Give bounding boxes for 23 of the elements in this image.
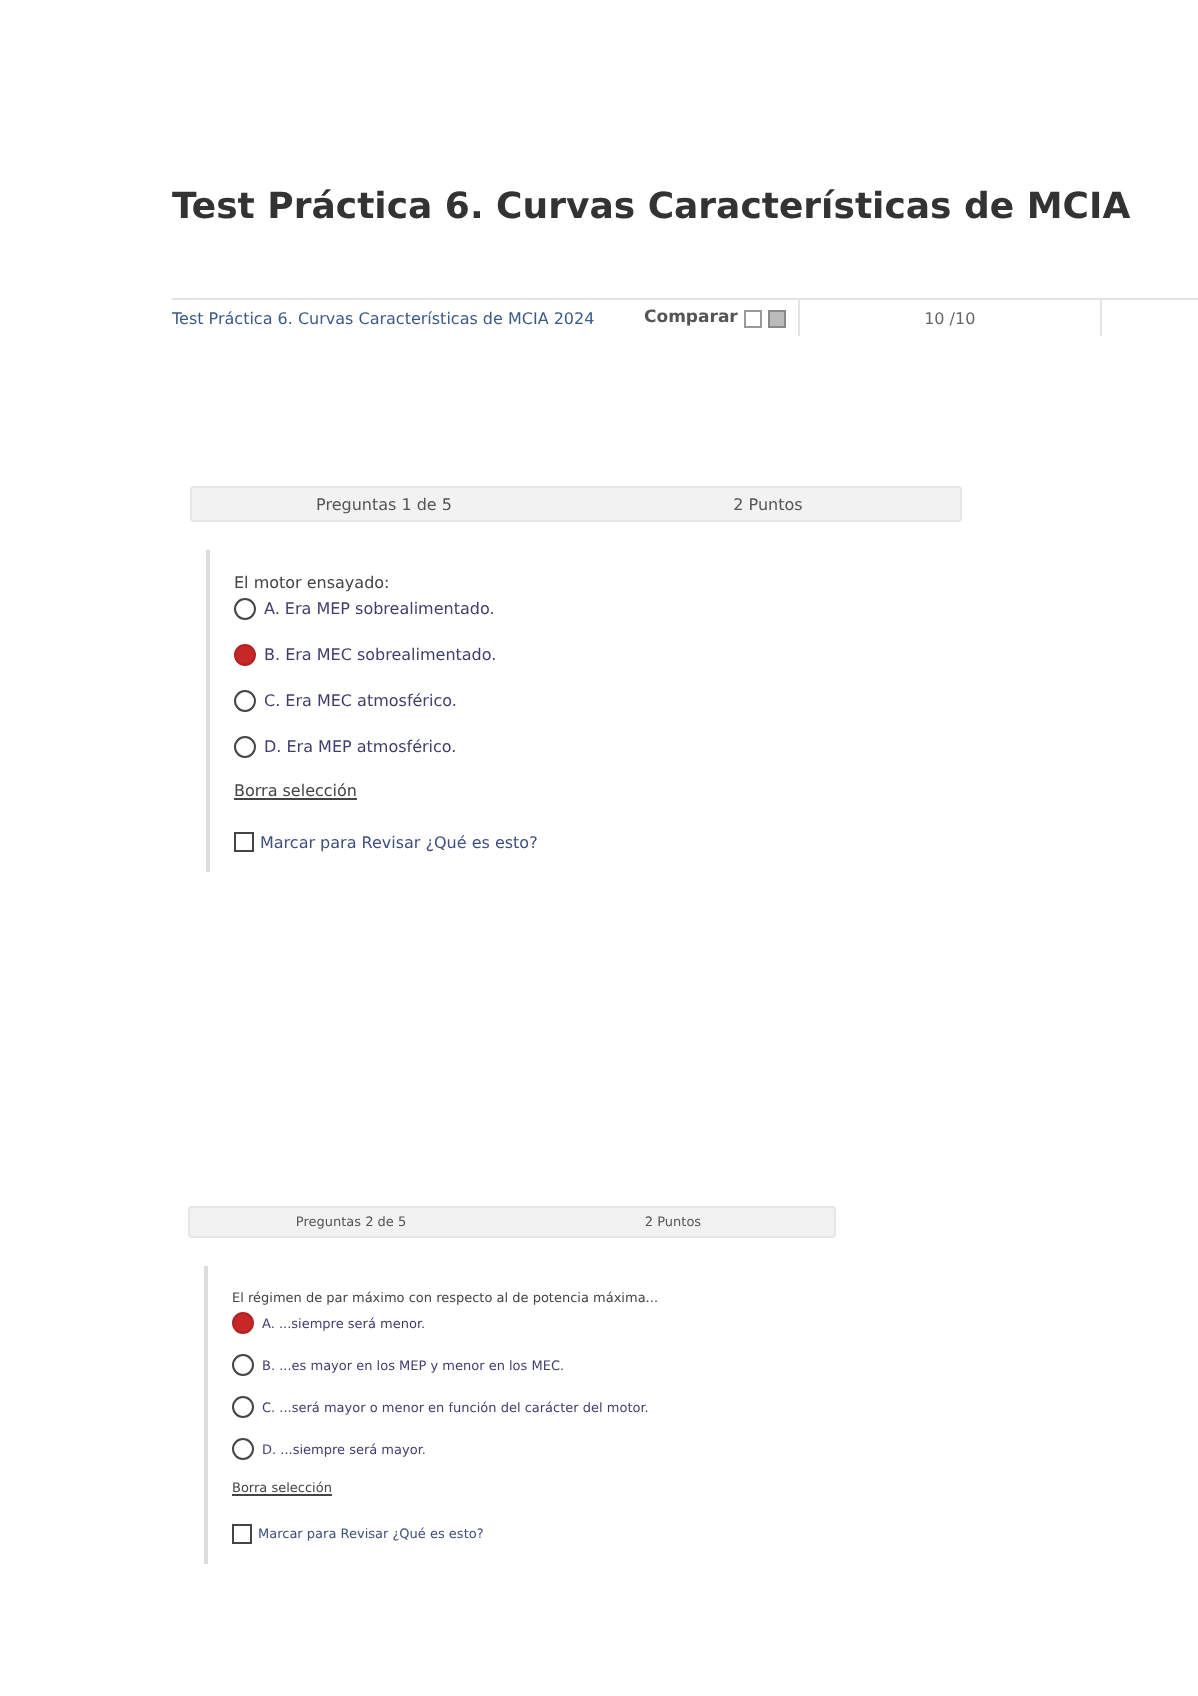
option-label[interactable]: A. Era MEP sobrealimentado.: [264, 600, 495, 618]
clear-selection-link[interactable]: Borra selección: [234, 782, 357, 800]
score-cell: 10 /10: [797, 300, 1102, 336]
option-label[interactable]: B. Era MEC sobrealimentado.: [264, 646, 497, 664]
compare-label[interactable]: Comparar: [644, 308, 738, 328]
radio-button[interactable]: [234, 644, 256, 666]
radio-button[interactable]: [232, 1354, 254, 1376]
radio-button[interactable]: [232, 1396, 254, 1418]
radio-button[interactable]: [234, 690, 256, 712]
radio-button[interactable]: [234, 598, 256, 620]
review-checkbox[interactable]: [232, 1524, 252, 1544]
option-label[interactable]: C. Era MEC atmosférico.: [264, 692, 457, 710]
option-label[interactable]: D. Era MEP atmosférico.: [264, 738, 457, 756]
review-checkbox[interactable]: [234, 832, 254, 852]
page-title: Test Práctica 6. Curvas Características de MCIA: [172, 186, 1131, 228]
test-name-link[interactable]: Test Práctica 6. Curvas Características de MCIA 2024: [172, 309, 644, 327]
radio-button[interactable]: [232, 1438, 254, 1460]
question-number: Preguntas 1 de 5: [314, 495, 454, 513]
points-label: 2 Puntos: [731, 495, 805, 513]
radio-button[interactable]: [234, 736, 256, 758]
radio-button[interactable]: [232, 1312, 254, 1334]
review-label[interactable]: Marcar para Revisar ¿Qué es esto?: [260, 833, 538, 851]
question-text: El motor ensayado:: [234, 574, 392, 592]
